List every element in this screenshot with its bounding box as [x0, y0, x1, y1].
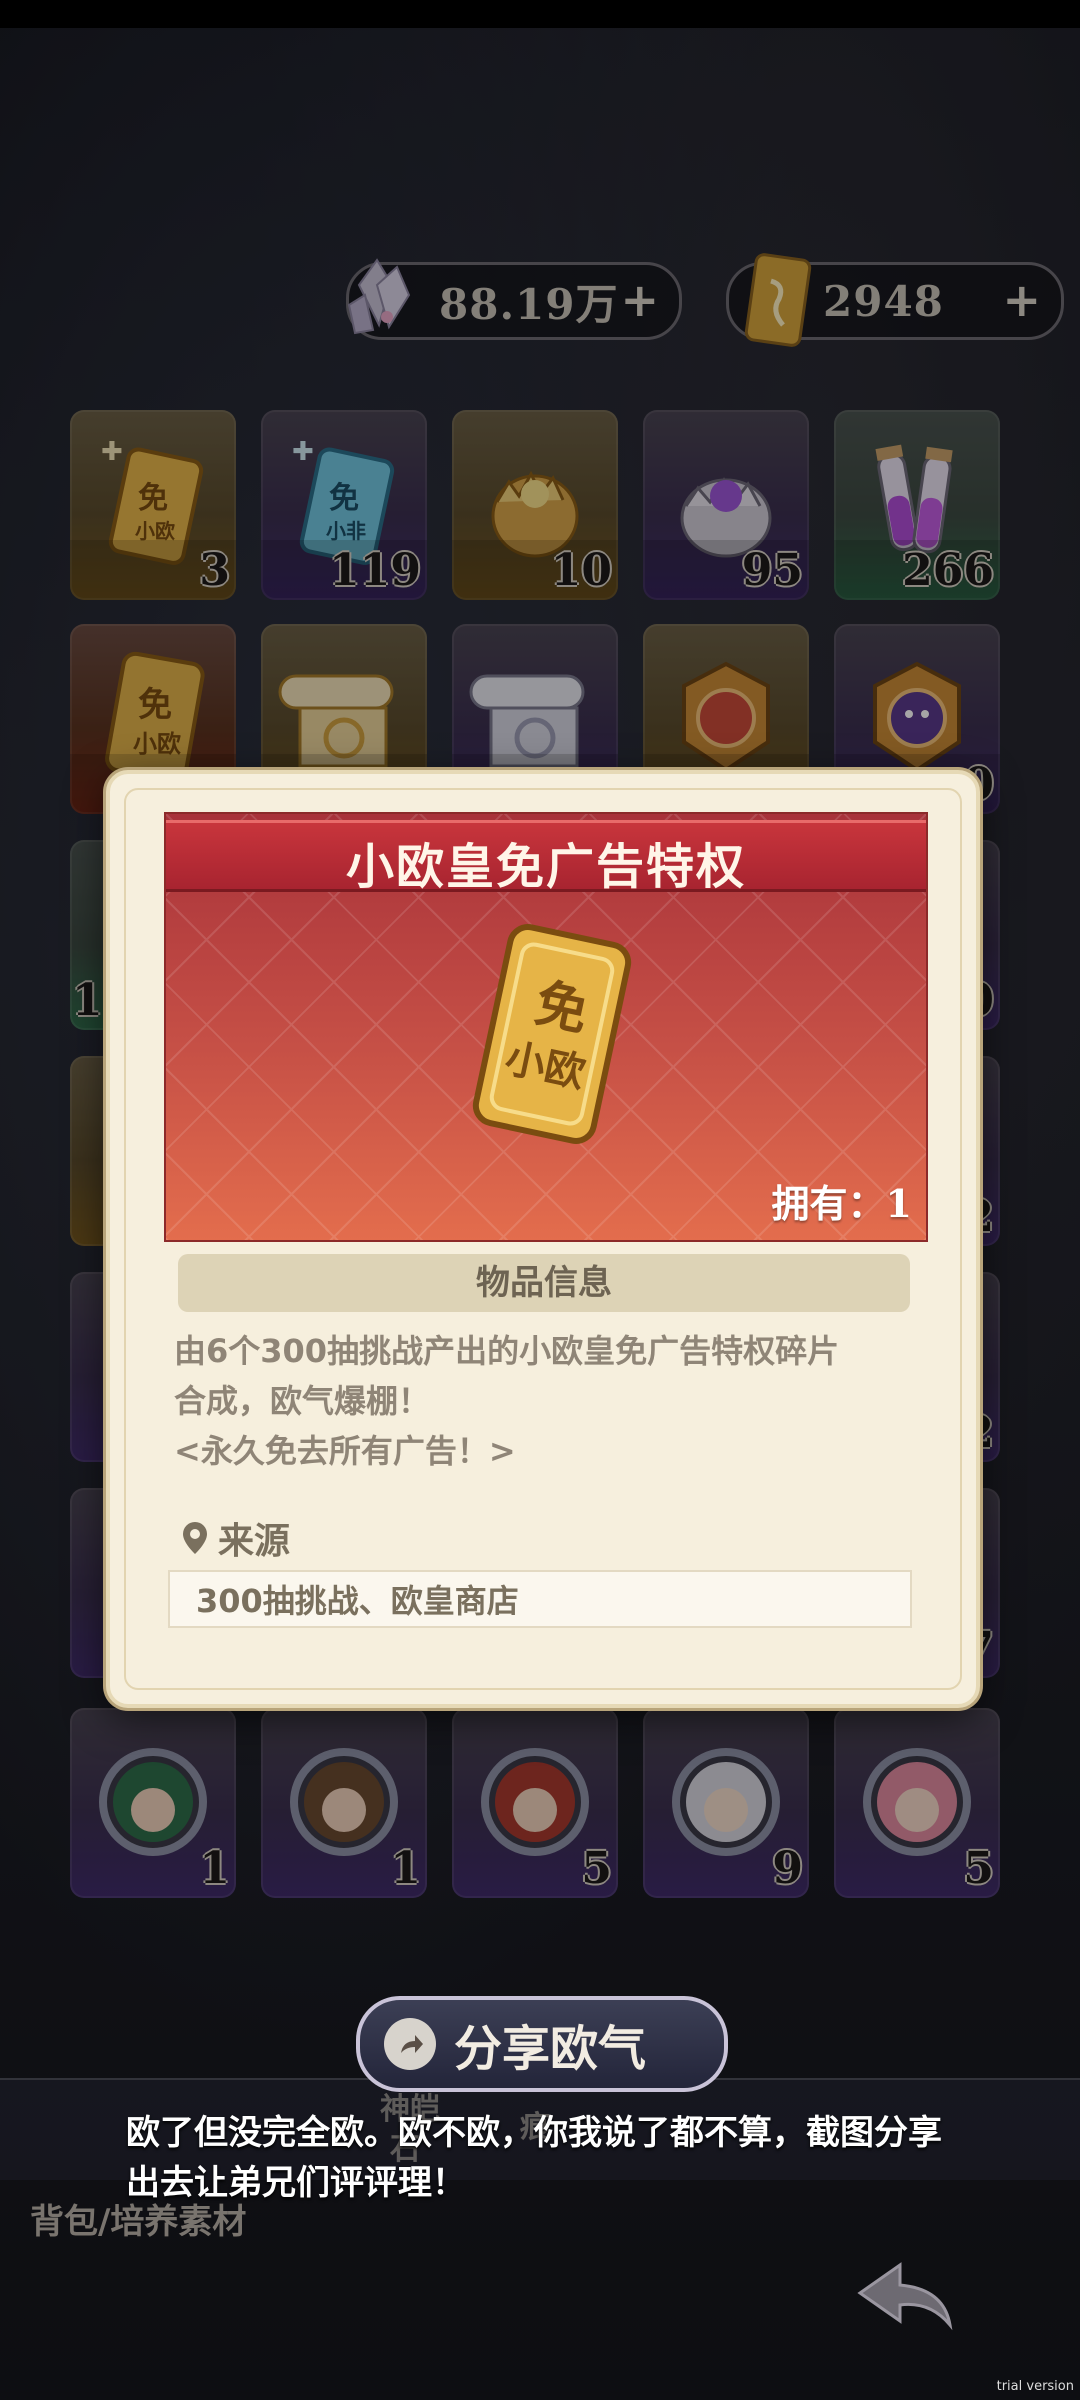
- owned-label: 拥有：: [771, 1182, 886, 1226]
- location-pin-icon: [183, 1522, 207, 1554]
- description-line: <永久免去所有广告！>: [174, 1432, 516, 1470]
- ad-free-ticket-icon: 免 小欧: [472, 924, 632, 1144]
- share-arrow-icon: [384, 2018, 436, 2070]
- back-arrow-icon[interactable]: [850, 2255, 960, 2335]
- breadcrumb: 背包/培养素材: [30, 2202, 247, 2242]
- item-detail-dialog: 小欧皇免广告特权 免 小欧 拥有：1 物品信息 由6个300抽挑战产出的小欧皇免…: [106, 770, 980, 1708]
- share-button[interactable]: 分享欧气: [356, 1996, 728, 2092]
- status-bar: [0, 0, 1080, 28]
- owned-value: 1: [885, 1181, 912, 1226]
- share-button-label: 分享欧气: [454, 2021, 647, 2077]
- item-description: 由6个300抽挑战产出的小欧皇免广告特权碎片 合成，欧气爆棚！ <永久免去所有广…: [174, 1326, 914, 1476]
- watermark: trial version: [996, 2379, 1074, 2394]
- description-line: 由6个300抽挑战产出的小欧皇免广告特权碎片: [174, 1332, 840, 1370]
- source-value[interactable]: 300抽挑战、欧皇商店: [168, 1570, 912, 1628]
- share-caption: 欧了但没完全欧。欧不欧，你我说了都不算，截图分享出去让弟兄们评评理！: [126, 2113, 942, 2203]
- description-line: 合成，欧气爆棚！: [174, 1382, 431, 1420]
- item-info-header: 物品信息: [178, 1254, 910, 1312]
- item-title: 小欧皇免广告特权: [345, 839, 746, 895]
- source-header: 来源: [180, 1512, 290, 1564]
- title-banner: 小欧皇免广告特权: [166, 820, 926, 895]
- item-hero-panel: 小欧皇免广告特权 免 小欧 拥有：1: [164, 812, 928, 1242]
- source-label: 来源: [218, 1521, 291, 1562]
- owned-count: 拥有：1: [772, 1173, 912, 1228]
